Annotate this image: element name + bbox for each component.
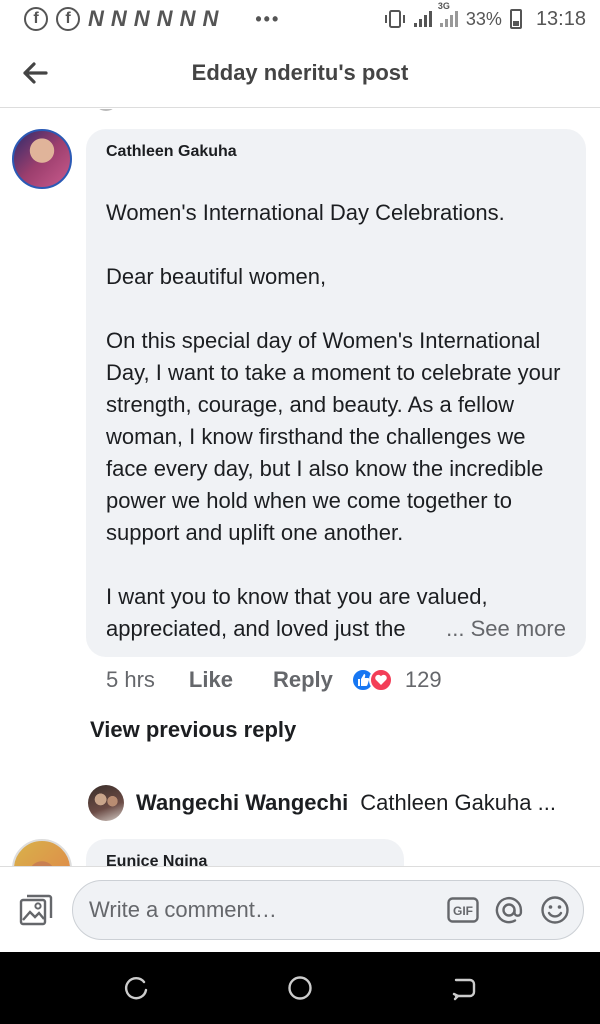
signal-3g-icon: 3G [438,1,458,27]
facebook-notification-icon: f [56,7,80,31]
gif-button[interactable]: GIF [447,894,479,926]
reply-author: Wangechi Wangechi [136,790,349,815]
avatar[interactable] [12,129,72,189]
previous-avatar [94,109,118,111]
comment-author[interactable]: Eunice Ngina [106,853,384,866]
see-more-label: See more [470,616,566,641]
emoji-icon [541,895,569,924]
comment-bubble[interactable]: Cathleen Gakuha Women's International Da… [86,129,586,657]
comments-feed[interactable]: Cathleen Gakuha Women's International Da… [0,109,600,866]
photo-gallery-icon [19,894,53,925]
battery-icon [509,9,522,29]
reply-button[interactable]: Reply [273,667,333,693]
home-button[interactable] [218,952,382,1024]
recent-apps-button[interactable] [54,952,218,1024]
mention-button[interactable] [493,894,525,926]
post-header: Edday nderitu's post [0,38,600,108]
back-system-button[interactable] [382,952,546,1024]
notification-icon: N [133,6,150,31]
comment-body: Women's International Day Celebrations. … [106,200,561,641]
home-icon [288,976,312,1000]
comment-input-wrapper: GIF [72,879,584,940]
comment-author[interactable]: Cathleen Gakuha [106,143,566,161]
notification-icon: N [179,6,196,31]
vibrate-icon [384,10,405,28]
comment-bubble[interactable]: Eunice Ngina [86,839,404,866]
comment-actions: 5 hrs Like Reply 129 [106,667,442,693]
comment-ellipsis: ... [446,616,465,641]
see-more-link[interactable]: ... See more [440,613,566,645]
clock: 13:18 [535,7,586,30]
reply-avatar [88,785,124,821]
reactions-summary[interactable]: 129 [350,667,442,693]
emoji-button[interactable] [539,894,571,926]
view-previous-reply-link[interactable]: View previous reply [90,717,296,743]
avatar[interactable] [12,839,72,866]
system-navigation-bar [0,952,600,1024]
back-system-icon [452,978,476,1001]
svg-text:GIF: GIF [453,904,473,918]
notification-icon: N [88,6,104,31]
notification-icon: N [156,6,173,31]
reply-snippet: Cathleen Gakuha ... [360,790,556,815]
back-arrow-icon [23,61,48,84]
comment-text: Women's International Day Celebrations. … [106,165,566,645]
notification-icon: N [110,6,127,31]
composer-icons: GIF [447,894,583,926]
reaction-count: 129 [404,667,442,692]
status-indicators: 3G 33% 13:18 [384,1,586,31]
status-bar: f f N N N N N N ••• 3G 33% 13:18 [0,0,600,38]
like-button[interactable]: Like [189,667,233,693]
at-mention-icon [495,896,523,923]
gif-icon: GIF [447,896,479,923]
signal-icon [413,11,432,27]
back-button[interactable] [0,38,70,108]
photo-button[interactable] [0,867,72,953]
comment-input[interactable] [73,881,423,938]
status-notifications: f f N N N N N N ••• [24,6,280,32]
page-title: Edday nderitu's post [191,59,409,85]
facebook-notification-icon: f [24,7,48,31]
comment-composer: GIF [0,866,600,952]
comment-timestamp[interactable]: 5 hrs [106,667,155,693]
recent-apps-icon [125,977,148,1000]
battery-percent: 33% [465,8,502,29]
reply-preview[interactable]: Wangechi Wangechi Cathleen Gakuha ... [88,785,588,821]
love-reaction-icon [368,668,393,692]
more-notifications-icon: ••• [255,8,281,29]
notification-icon: N [202,6,218,31]
